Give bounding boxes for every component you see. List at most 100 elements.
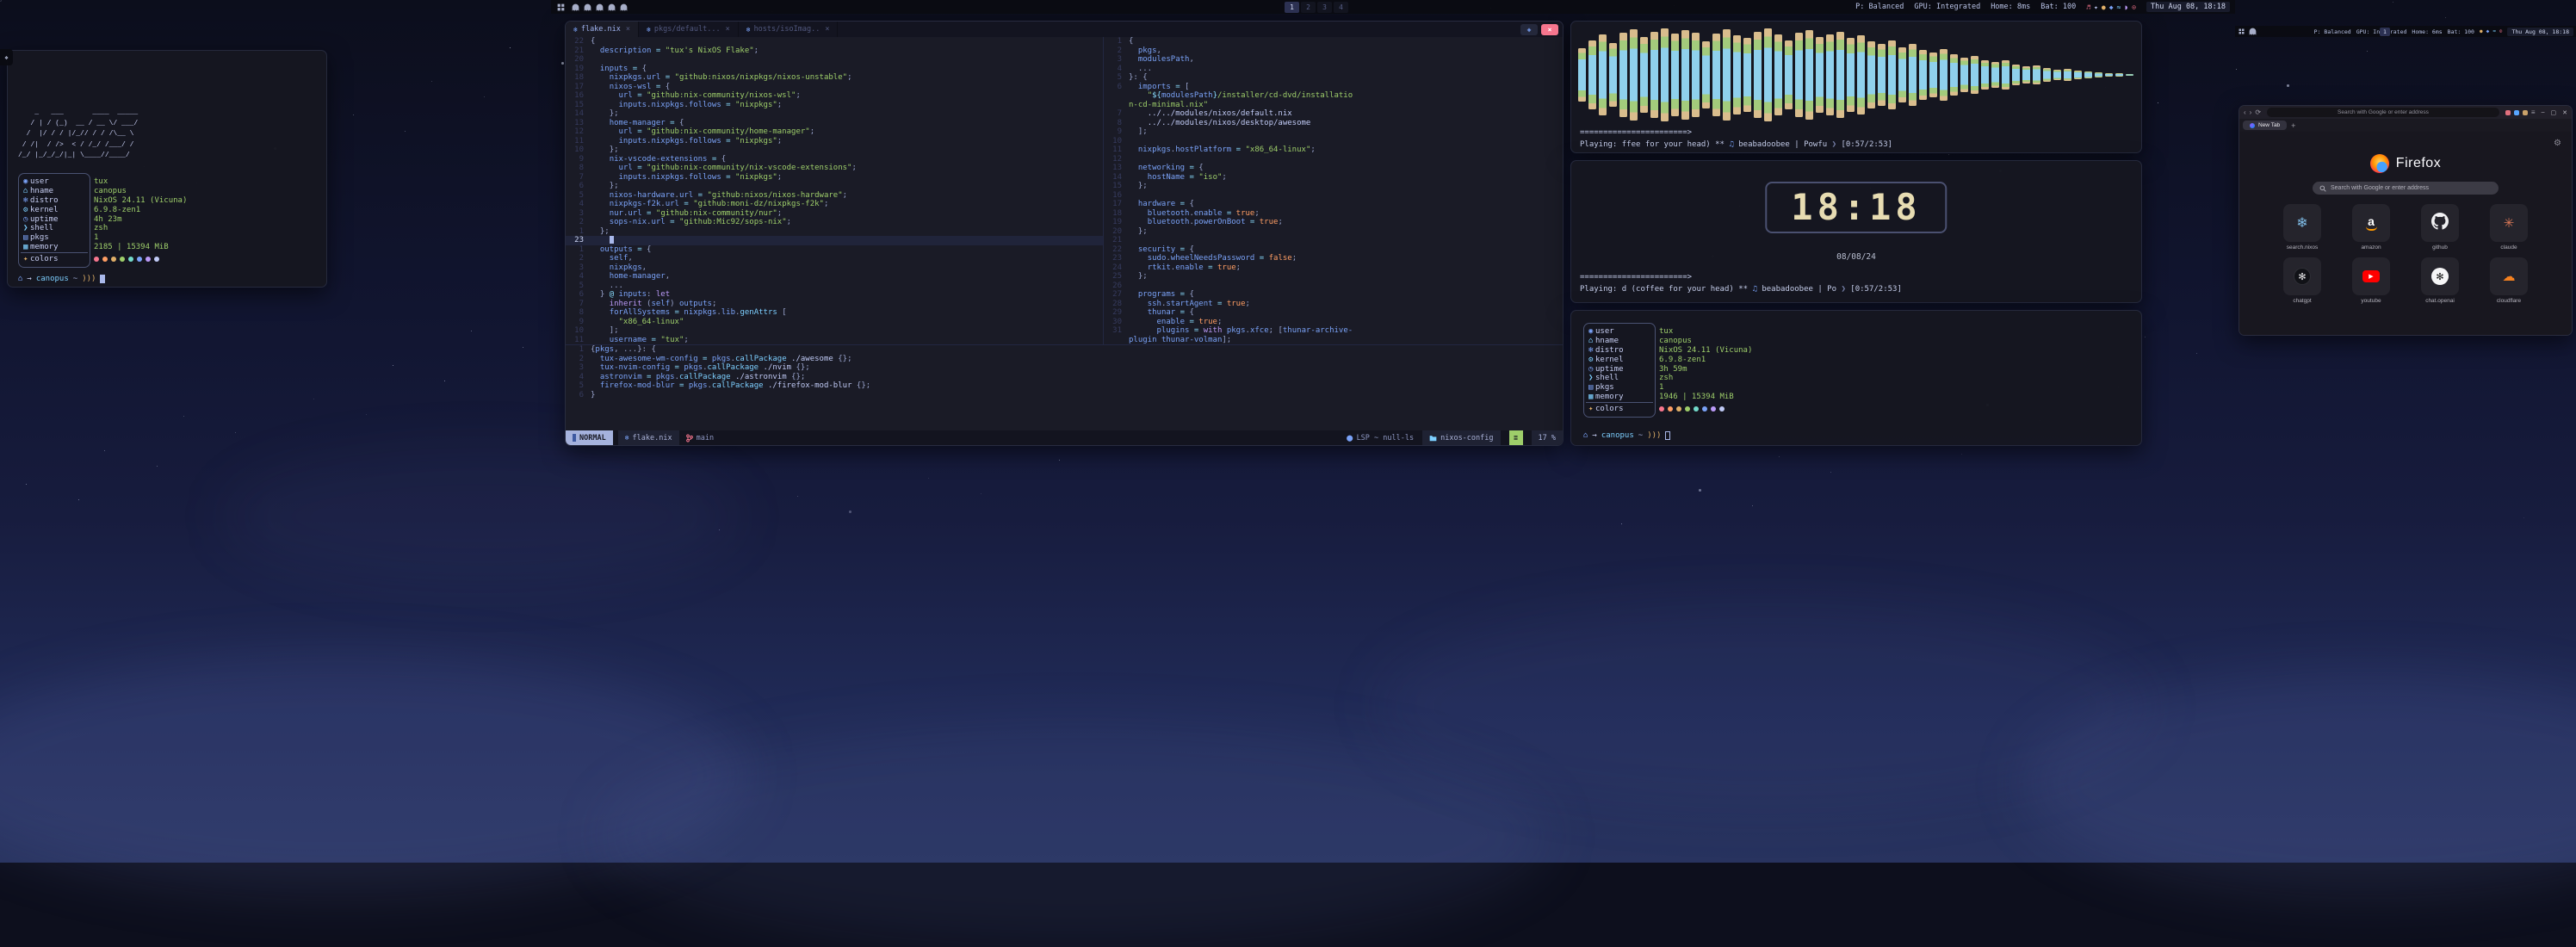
editor-pane-flake-nix[interactable]: 22{21 description = "tux's NixOS Flake";…	[566, 37, 1103, 344]
visualizer-bar	[1764, 28, 1772, 121]
shortcut-search-nixos[interactable]: ❄search.nixos	[2283, 204, 2321, 257]
code-line: 5 firefox-mod-blur = pkgs.callPackage ./…	[566, 381, 1563, 391]
code-line: 27 programs = {	[1104, 290, 1564, 300]
code-line: 6 } @ inputs: let	[566, 290, 1103, 300]
code-line: 14 };	[566, 109, 1103, 119]
line-number: 5	[566, 282, 591, 291]
editor-tab-flake-nix[interactable]: ❄flake.nix×	[566, 22, 639, 37]
code-line: 2 self,	[566, 254, 1103, 263]
reload-button[interactable]: ⟳	[2255, 109, 2261, 116]
workspace-1[interactable]: 1	[1285, 2, 1299, 13]
shortcut-claude[interactable]: ✳claude	[2490, 204, 2528, 257]
visualizer-bar	[1702, 41, 1710, 108]
visualizer-bar	[1681, 30, 1689, 119]
workspace-tag-icon[interactable]	[584, 3, 591, 11]
forward-button[interactable]: ›	[2250, 109, 2252, 116]
workspace-3[interactable]: 3	[1317, 2, 1332, 13]
extension-icon[interactable]	[2505, 110, 2511, 115]
minimize-button[interactable]: –	[2542, 109, 2545, 115]
notifications-icon[interactable]: ✦	[2094, 3, 2098, 11]
code-line: 10 ];	[566, 326, 1103, 336]
shortcut-youtube[interactable]: ▶youtube	[2352, 257, 2390, 311]
maximize-button[interactable]: ▢	[2551, 109, 2557, 116]
layout-indicator-icon[interactable]: ❖	[0, 49, 13, 65]
shortcut-amazon[interactable]: aamazon	[2352, 204, 2390, 257]
visualizer-bar	[2115, 73, 2123, 76]
code-line: 18 bluetooth.enable = true;	[1104, 209, 1564, 219]
audio-visualizer-window[interactable]: =======================> Playing: ffee f…	[1570, 21, 2142, 153]
terminal-fastfetch-right[interactable]: ◉usertux⌂hnamecanopus❄distroNixOS 24.11 …	[1570, 310, 2142, 446]
new-tab-button[interactable]: +	[2291, 121, 2295, 130]
workspace-tag-icon[interactable]	[596, 3, 604, 11]
palette-dot	[1659, 406, 1664, 412]
workspace-tag-icon[interactable]	[2249, 28, 2257, 35]
close-buffer-button[interactable]: ×	[1541, 24, 1558, 35]
launcher-icon[interactable]	[2239, 28, 2245, 34]
buffer-picker-button[interactable]: ◈	[1520, 24, 1538, 35]
workspace-1[interactable]: 1	[2380, 28, 2390, 36]
brightness-icon[interactable]: ●	[2480, 28, 2483, 34]
extension-icon[interactable]	[2523, 110, 2528, 115]
code-line: 23 sudo.wheelNeedsPassword = false;	[1104, 254, 1564, 263]
visualizer-bar	[1857, 35, 1865, 115]
terminal-fastfetch-left[interactable]: _ ___ ____ _____ / | / (_) __ / __ \/ __…	[7, 50, 327, 288]
bar-clock[interactable]: Thu Aug 08, 18:18	[2507, 28, 2573, 36]
code-line: 10 };	[566, 145, 1103, 155]
shortcut-cloudflare[interactable]: ☁cloudflare	[2490, 257, 2528, 311]
code-line: 7 inputs.nixpkgs.follows = "nixpkgs";	[566, 173, 1103, 183]
visualizer-bar	[2064, 69, 2071, 82]
close-button[interactable]: ✕	[2562, 109, 2567, 116]
clock-widget-window[interactable]: 18:18 08/08/24 =======================> …	[1570, 160, 2142, 303]
launcher-icon[interactable]	[557, 3, 565, 11]
cloudflare-icon: ☁	[2490, 257, 2528, 295]
workspace-tag-icon[interactable]	[608, 3, 616, 11]
shortcut-chatgpt[interactable]: ✻chatgpt	[2283, 257, 2321, 311]
editor-pane-iso-image[interactable]: 1{2 pkgs,3 modulesPath,4 ...5}: {6 impor…	[1104, 37, 1564, 344]
line-number: 15	[1104, 182, 1129, 191]
workspace-4[interactable]: 4	[1334, 2, 1348, 13]
code-line: 4 home-manager,	[566, 272, 1103, 282]
close-tab-icon[interactable]: ×	[825, 25, 829, 34]
back-button[interactable]: ‹	[2244, 109, 2246, 116]
power-icon[interactable]: ⊙	[2132, 3, 2136, 11]
cloud	[603, 723, 1550, 947]
line-number: 26	[1104, 282, 1129, 291]
shortcut-github[interactable]: github	[2421, 204, 2459, 257]
close-tab-icon[interactable]: ×	[626, 25, 630, 34]
workspace-tag-icon[interactable]	[572, 3, 579, 11]
editor-tab-pkgs-default-[interactable]: ❄pkgs/default...×	[639, 22, 739, 37]
visualizer-bar	[2022, 66, 2030, 84]
line-number: 3	[566, 209, 591, 219]
music-icon[interactable]: ♬	[2086, 3, 2090, 11]
firefox-window[interactable]: ‹ › ⟳ Search with Google or enter addres…	[2239, 105, 2573, 336]
neovim-window[interactable]: ❄flake.nix×❄pkgs/default...×❄hosts/isoIm…	[565, 21, 1564, 446]
line-number: 20	[1104, 227, 1129, 237]
volume-icon[interactable]: ◗	[2124, 3, 2128, 11]
url-bar[interactable]: Search with Google or enter address	[2267, 108, 2499, 117]
editor-tab-hosts-isoimag-[interactable]: ❄hosts/isoImag..×	[739, 22, 839, 37]
personalize-gear-icon[interactable]: ⚙	[2554, 139, 2561, 148]
brightness-icon[interactable]: ●	[2102, 3, 2106, 11]
workspace-2[interactable]: 2	[1301, 2, 1316, 13]
visualizer-bar	[1785, 40, 1793, 110]
menu-button[interactable]: ≡	[2531, 109, 2536, 116]
editor-pane-pkgs-default[interactable]: 1{pkgs, ...}: {2 tux-awesome-wm-config =…	[566, 345, 1563, 431]
visualizer-bar	[1981, 60, 1989, 90]
bluetooth-icon[interactable]: ◆	[2486, 28, 2490, 34]
bluetooth-icon[interactable]: ◆	[2109, 3, 2114, 11]
bar-clock[interactable]: Thu Aug 08, 18:18	[2146, 2, 2230, 12]
code-line: 15 };	[1104, 182, 1564, 191]
line-number: 8	[1104, 119, 1129, 128]
search-input[interactable]: Search with Google or enter address	[2313, 182, 2499, 195]
code-line: 5}: {	[1104, 73, 1564, 83]
tab-new-tab[interactable]: New Tab	[2243, 121, 2287, 130]
shortcut-chat-openai[interactable]: ✻chat.openai	[2421, 257, 2459, 311]
power-icon[interactable]: ⊙	[2499, 28, 2503, 34]
code-line: 3 nur.url = "github:nix-community/nur";	[566, 209, 1103, 219]
close-tab-icon[interactable]: ×	[726, 25, 730, 34]
workspace-tag-icon[interactable]	[620, 3, 628, 11]
wifi-icon[interactable]: ≈	[2492, 28, 2496, 34]
extension-icon[interactable]	[2514, 110, 2519, 115]
wifi-icon[interactable]: ≈	[2117, 3, 2121, 11]
fetch-row-shell: ❯shellzsh	[1583, 374, 1752, 383]
